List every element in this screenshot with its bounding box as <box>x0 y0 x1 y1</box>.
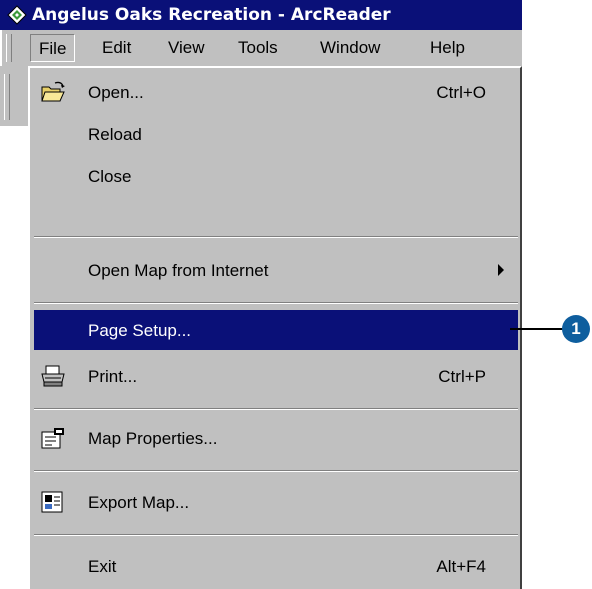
open-map-internet-label: Open Map from Internet <box>88 261 269 280</box>
reload-label: Reload <box>88 125 142 144</box>
menu-item-reload[interactable]: Reload <box>34 114 518 154</box>
menu-separator <box>34 534 518 536</box>
menu-separator <box>34 408 518 410</box>
exit-shortcut: Alt+F4 <box>436 557 486 576</box>
menu-window[interactable]: Window <box>312 34 388 62</box>
open-shortcut: Ctrl+O <box>436 83 486 102</box>
menu-item-close[interactable]: Close <box>34 156 518 196</box>
exit-label: Exit <box>88 557 117 576</box>
menu-separator <box>34 236 518 238</box>
menu-item-open-map-from-internet[interactable]: Open Map from Internet <box>34 250 518 290</box>
menu-bar: File Edit View Tools Window Help <box>0 30 522 66</box>
title-bar: Angelus Oaks Recreation - ArcReader <box>0 0 522 30</box>
menu-item-page-setup[interactable]: Page Setup... <box>34 310 518 350</box>
open-label: Open... <box>88 83 144 102</box>
menu-item-exit[interactable]: Exit Alt+F4 <box>34 546 518 586</box>
menu-file[interactable]: File <box>30 34 76 62</box>
close-label: Close <box>88 167 132 186</box>
map-properties-label: Map Properties... <box>88 429 218 448</box>
menu-edit[interactable]: Edit <box>94 34 139 62</box>
toolbar-grip[interactable] <box>6 34 12 62</box>
menu-item-open[interactable]: Open... Ctrl+O <box>34 72 518 112</box>
menu-help[interactable]: Help <box>422 34 473 62</box>
export-map-label: Export Map... <box>88 493 190 512</box>
page-setup-label: Page Setup... <box>88 321 192 340</box>
map-properties-icon <box>41 428 64 449</box>
printer-icon <box>41 365 65 387</box>
submenu-arrow-icon <box>498 264 504 276</box>
menu-tools[interactable]: Tools <box>230 34 286 62</box>
toolbar-grip-2[interactable] <box>4 74 10 120</box>
window-title: Angelus Oaks Recreation - ArcReader <box>32 5 391 25</box>
menu-separator <box>34 302 518 304</box>
export-map-icon <box>41 491 63 513</box>
toolbar-behind <box>0 66 30 126</box>
print-label: Print... <box>88 367 138 386</box>
menu-item-map-properties[interactable]: Map Properties... <box>34 418 518 458</box>
callout-badge: 1 <box>562 315 590 343</box>
callout-number: 1 <box>571 319 581 338</box>
menu-separator <box>34 470 518 472</box>
print-shortcut: Ctrl+P <box>438 367 486 386</box>
menu-item-export-map[interactable]: Export Map... <box>34 482 518 522</box>
callout-line <box>510 328 570 330</box>
open-folder-icon <box>41 81 65 102</box>
menu-view[interactable]: View <box>160 34 213 62</box>
menu-item-print[interactable]: Print... Ctrl+P <box>34 356 518 396</box>
arcreader-app-icon <box>7 5 27 25</box>
file-menu-dropdown: Open... Ctrl+O Reload Close Open Map fro… <box>28 66 522 589</box>
